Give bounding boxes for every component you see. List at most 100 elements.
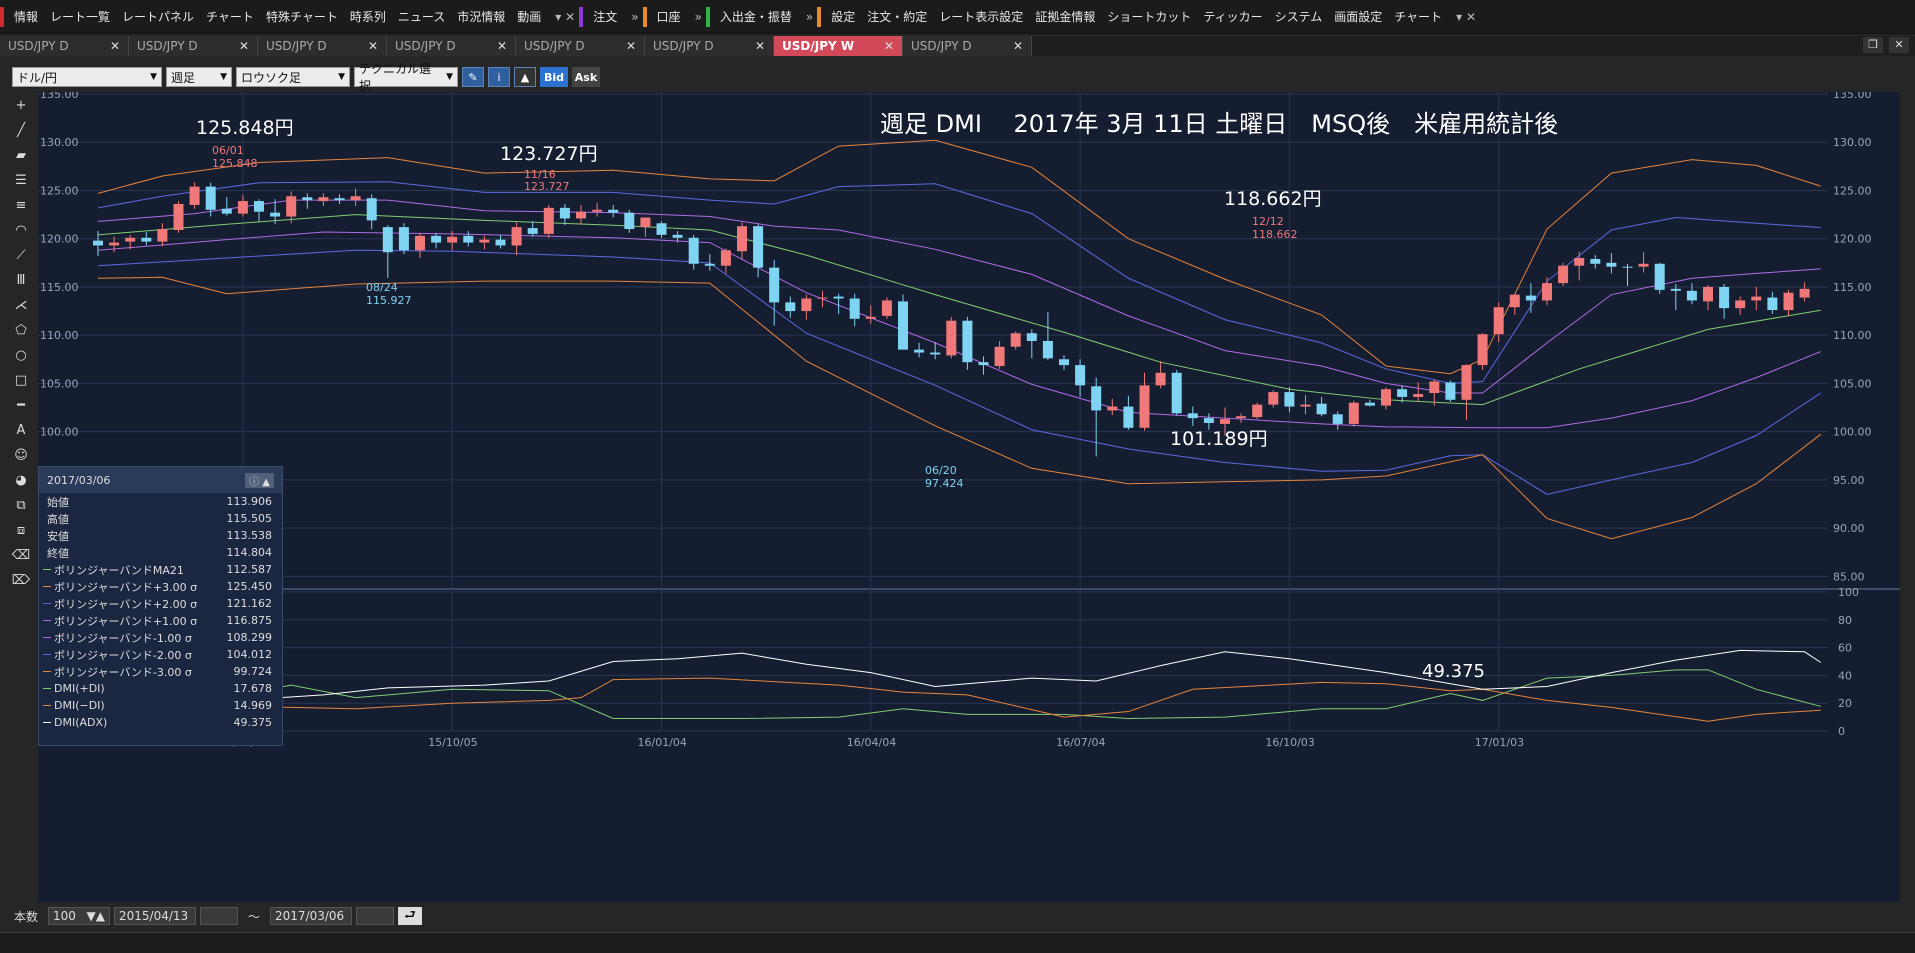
menu-item[interactable]: 時系列 bbox=[344, 8, 392, 25]
close-icon[interactable]: ✕ bbox=[1889, 37, 1909, 53]
candle[interactable] bbox=[1654, 262, 1665, 294]
end-time-field[interactable] bbox=[356, 907, 395, 925]
menu-item[interactable]: 設定 bbox=[825, 8, 861, 25]
menu-item[interactable]: システム bbox=[1269, 8, 1329, 25]
candle[interactable] bbox=[1171, 369, 1182, 416]
menu-item[interactable]: レート一覧 bbox=[44, 8, 116, 25]
candle-body bbox=[704, 263, 715, 266]
apply-range-button[interactable]: ⮐ bbox=[398, 907, 423, 925]
start-time-field[interactable] bbox=[200, 907, 239, 925]
bar-count-field[interactable]: 100 ▼▲ bbox=[48, 907, 111, 925]
restore-icon[interactable]: ❐ bbox=[1863, 37, 1883, 53]
dropdown-icon[interactable]: ▾ ✕ bbox=[1452, 10, 1480, 24]
stepper-icon[interactable]: ▼▲ bbox=[87, 909, 105, 923]
erase-all-icon[interactable]: ⌦ bbox=[11, 571, 31, 591]
chart-tab[interactable]: USD/JPY D ✕ bbox=[903, 36, 1032, 56]
close-icon[interactable]: ✕ bbox=[110, 39, 120, 53]
candle[interactable] bbox=[1445, 380, 1456, 402]
chart-tab[interactable]: USD/JPY D ✕ bbox=[387, 36, 516, 56]
chart-type-select[interactable]: ロウソク足 ▼ bbox=[236, 67, 350, 87]
pitchfork-icon[interactable]: ⋌ bbox=[11, 296, 31, 316]
gann-fan-icon[interactable]: ⟋ bbox=[11, 246, 31, 266]
menu-item[interactable]: 動画 bbox=[511, 8, 547, 25]
technical-select[interactable]: テクニカル選択 ▼ bbox=[354, 62, 458, 93]
mountain-chart-icon[interactable]: ▲ bbox=[514, 67, 536, 87]
chart-tab[interactable]: USD/JPY D ✕ bbox=[645, 36, 774, 56]
crosshair-icon[interactable]: + bbox=[11, 96, 31, 116]
menu-item[interactable]: 画面設定 bbox=[1328, 8, 1388, 25]
menu-item[interactable]: レートパネル bbox=[116, 8, 200, 25]
menu-item[interactable]: チャート bbox=[200, 8, 260, 25]
end-date-field[interactable]: 2017/03/06 bbox=[270, 907, 353, 925]
candle[interactable] bbox=[1252, 402, 1263, 420]
candle[interactable] bbox=[1477, 333, 1488, 370]
candle[interactable] bbox=[173, 201, 184, 233]
close-icon[interactable]: ✕ bbox=[1013, 39, 1023, 53]
trendline-icon[interactable]: ╱ bbox=[11, 121, 31, 141]
channel-icon[interactable]: ≡ bbox=[11, 196, 31, 216]
paste-icon[interactable]: ⧈ bbox=[11, 521, 31, 541]
chart-area[interactable]: 135.00 135.00 130.00 130.00 125.00 125.00 120.… bbox=[38, 88, 1900, 902]
chart-tab[interactable]: USD/JPY D ✕ bbox=[129, 36, 258, 56]
close-icon[interactable]: ✕ bbox=[368, 39, 378, 53]
close-icon[interactable]: ✕ bbox=[755, 39, 765, 53]
candle[interactable] bbox=[543, 204, 554, 238]
candle[interactable] bbox=[898, 294, 908, 350]
polygon-icon[interactable]: ⬠ bbox=[11, 321, 31, 341]
rectangle-icon[interactable]: □ bbox=[11, 371, 31, 391]
close-icon[interactable]: ✕ bbox=[497, 39, 507, 53]
menu-item[interactable]: レート表示設定 bbox=[933, 8, 1029, 25]
menu-item[interactable]: チャート bbox=[1388, 8, 1448, 25]
hline-icon[interactable]: ━ bbox=[11, 396, 31, 416]
candle[interactable] bbox=[881, 297, 892, 319]
chart-svg[interactable]: 135.00 135.00 130.00 130.00 125.00 125.00 120.… bbox=[38, 88, 1900, 902]
menu-item[interactable]: ティッカー bbox=[1197, 8, 1268, 25]
candle[interactable] bbox=[946, 316, 957, 359]
horizontal-lines-icon[interactable]: ☰ bbox=[11, 171, 31, 191]
chart-tab[interactable]: USD/JPY W ✕ bbox=[774, 36, 903, 56]
menu-item[interactable]: 情報 bbox=[8, 8, 44, 25]
ruler-icon[interactable]: ▰ bbox=[11, 146, 31, 166]
candle[interactable] bbox=[962, 316, 973, 370]
candle[interactable] bbox=[1348, 400, 1359, 427]
x-tick-label: 16/01/04 bbox=[638, 736, 687, 749]
menu-item[interactable]: 口座 bbox=[651, 8, 687, 25]
info-collapse-icon[interactable]: ⓘ ▲ bbox=[245, 472, 274, 488]
fibonacci-fan-icon[interactable]: ◠ bbox=[11, 221, 31, 241]
close-icon[interactable]: ✕ bbox=[884, 39, 894, 53]
start-date-field[interactable]: 2015/04/13 bbox=[114, 907, 197, 925]
vertical-lines-icon[interactable]: Ⅲ bbox=[11, 271, 31, 291]
menu-item[interactable]: ニュース bbox=[392, 8, 451, 25]
copy-icon[interactable]: ⧉ bbox=[11, 496, 31, 516]
chart-tab[interactable]: USD/JPY D ✕ bbox=[0, 36, 129, 56]
chart-tab[interactable]: USD/JPY D ✕ bbox=[516, 36, 645, 56]
menu-item[interactable]: 注文 bbox=[587, 8, 623, 25]
ask-button[interactable]: Ask bbox=[572, 67, 600, 87]
paint-icon[interactable]: ◕ bbox=[11, 471, 31, 491]
candle[interactable] bbox=[1558, 262, 1569, 286]
pencil-icon[interactable]: ✎ bbox=[462, 67, 484, 87]
menu-item[interactable]: 注文・約定 bbox=[861, 8, 933, 25]
menu-item[interactable]: 証拠金情報 bbox=[1029, 8, 1101, 25]
bid-button[interactable]: Bid bbox=[540, 67, 568, 87]
candle[interactable] bbox=[398, 223, 409, 255]
dropdown-icon[interactable]: ▾ ✕ bbox=[551, 10, 579, 24]
pair-select[interactable]: ドル/円 ▼ bbox=[12, 67, 162, 87]
eraser-icon[interactable]: ⌫ bbox=[11, 546, 31, 566]
more-icon[interactable]: » bbox=[627, 10, 642, 24]
text-icon[interactable]: A bbox=[11, 421, 31, 441]
circle-icon[interactable]: ○ bbox=[11, 346, 31, 366]
menu-item[interactable]: 市況情報 bbox=[451, 8, 511, 25]
chart-tab[interactable]: USD/JPY D ✕ bbox=[258, 36, 387, 56]
more-icon[interactable]: » bbox=[691, 10, 706, 24]
stamp-icon[interactable]: ☺ bbox=[11, 446, 31, 466]
menu-item[interactable]: 特殊チャート bbox=[260, 8, 344, 25]
close-icon[interactable]: ✕ bbox=[626, 39, 636, 53]
menu-item[interactable]: ショートカット bbox=[1101, 8, 1197, 25]
data-window-row-value: 49.375 bbox=[233, 716, 273, 729]
menu-item[interactable]: 入出金・振替 bbox=[714, 8, 798, 25]
more-icon[interactable]: » bbox=[802, 10, 817, 24]
period-select[interactable]: 週足 ▼ bbox=[166, 67, 232, 87]
info-icon[interactable]: i bbox=[488, 67, 510, 87]
close-icon[interactable]: ✕ bbox=[239, 39, 249, 53]
